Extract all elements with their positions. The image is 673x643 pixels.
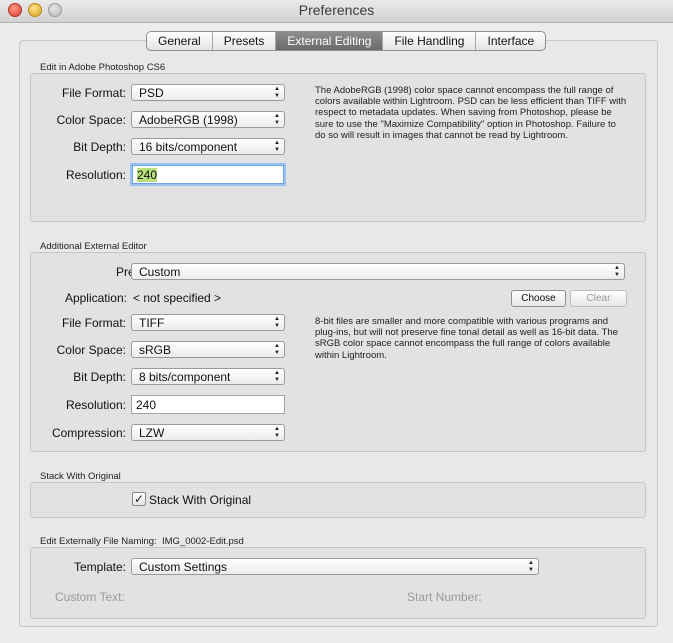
- ps-bit-depth-popup[interactable]: 16 bits/component ▲ ▼: [131, 138, 285, 155]
- popup-arrows-icon: ▲ ▼: [274, 316, 280, 329]
- popup-arrows-icon: ▲ ▼: [274, 86, 280, 99]
- tab-bar: General Presets External Editing File Ha…: [146, 31, 547, 51]
- popup-arrows-icon: ▲ ▼: [614, 265, 620, 278]
- template-popup[interactable]: Custom Settings ▲ ▼: [131, 558, 539, 575]
- preset-popup[interactable]: Custom ▲ ▼: [131, 263, 625, 280]
- tab-external-editing[interactable]: External Editing: [275, 32, 383, 50]
- ext-file-format-value: TIFF: [139, 316, 165, 330]
- ps-description: The AdobeRGB (1998) color space cannot e…: [315, 85, 627, 141]
- template-label: Template:: [73, 560, 126, 574]
- ext-resolution-input[interactable]: 240: [131, 395, 285, 414]
- ext-bit-depth-popup[interactable]: 8 bits/component ▲ ▼: [131, 368, 285, 385]
- title-bar: Preferences: [0, 0, 673, 23]
- compression-popup[interactable]: LZW ▲ ▼: [131, 424, 285, 441]
- ps-color-space-value: AdobeRGB (1998): [139, 113, 238, 127]
- popup-arrows-icon: ▲ ▼: [274, 140, 280, 153]
- ext-resolution-value: 240: [136, 398, 157, 412]
- ext-bit-depth-label: Bit Depth:: [73, 370, 126, 384]
- compression-value: LZW: [139, 426, 165, 440]
- application-label: Application:: [64, 291, 127, 305]
- tab-interface[interactable]: Interface: [475, 32, 545, 50]
- additional-section-title: Additional External Editor: [40, 241, 147, 252]
- preset-value: Custom: [139, 265, 181, 279]
- tab-file-handling[interactable]: File Handling: [382, 32, 475, 50]
- ext-file-format-popup[interactable]: TIFF ▲ ▼: [131, 314, 285, 331]
- ps-file-format-label: File Format:: [61, 86, 126, 100]
- popup-arrows-icon: ▲ ▼: [274, 343, 280, 356]
- ps-resolution-input[interactable]: 240: [132, 165, 284, 184]
- ext-bit-depth-value: 8 bits/component: [139, 370, 231, 384]
- tab-general[interactable]: General: [147, 32, 212, 50]
- ext-color-space-popup[interactable]: sRGB ▲ ▼: [131, 341, 285, 358]
- ext-resolution-label: Resolution:: [65, 398, 126, 412]
- naming-example: IMG_0002-Edit.psd: [161, 536, 244, 547]
- clear-button[interactable]: Clear: [570, 290, 627, 307]
- ps-bit-depth-label: Bit Depth:: [73, 140, 126, 154]
- popup-arrows-icon: ▲ ▼: [274, 113, 280, 126]
- ps-file-format-popup[interactable]: PSD ▲ ▼: [131, 84, 285, 101]
- stack-with-original-checkbox[interactable]: ✓: [132, 492, 146, 506]
- popup-arrows-icon: ▲ ▼: [274, 426, 280, 439]
- ps-file-format-value: PSD: [139, 86, 164, 100]
- compression-label: Compression:: [51, 426, 126, 440]
- ext-color-space-value: sRGB: [139, 343, 172, 357]
- stack-section-title: Stack With Original: [40, 471, 121, 482]
- custom-text-label: Custom Text:: [55, 590, 125, 604]
- ps-resolution-value: 240: [137, 168, 158, 182]
- ext-description: 8-bit files are smaller and more compati…: [315, 316, 618, 361]
- template-value: Custom Settings: [139, 560, 228, 574]
- ps-color-space-popup[interactable]: AdobeRGB (1998) ▲ ▼: [131, 111, 285, 128]
- start-number-label: Start Number:: [407, 590, 482, 604]
- choose-button[interactable]: Choose: [511, 290, 566, 307]
- ps-resolution-label: Resolution:: [65, 168, 126, 182]
- tab-presets[interactable]: Presets: [211, 32, 276, 50]
- stack-with-original-label: Stack With Original: [149, 493, 252, 507]
- stack-group: [30, 482, 646, 518]
- window-title: Preferences: [298, 2, 375, 18]
- popup-arrows-icon: ▲ ▼: [528, 560, 534, 573]
- ps-bit-depth-value: 16 bits/component: [139, 140, 238, 154]
- photoshop-section-title: Edit in Adobe Photoshop CS6: [40, 62, 166, 73]
- ext-file-format-label: File Format:: [61, 316, 126, 330]
- ext-color-space-label: Color Space:: [56, 343, 126, 357]
- naming-section-title: Edit Externally File Naming: IMG_0002-Ed…: [40, 536, 244, 547]
- application-value: < not specified >: [133, 291, 222, 305]
- ps-color-space-label: Color Space:: [56, 113, 126, 127]
- popup-arrows-icon: ▲ ▼: [274, 370, 280, 383]
